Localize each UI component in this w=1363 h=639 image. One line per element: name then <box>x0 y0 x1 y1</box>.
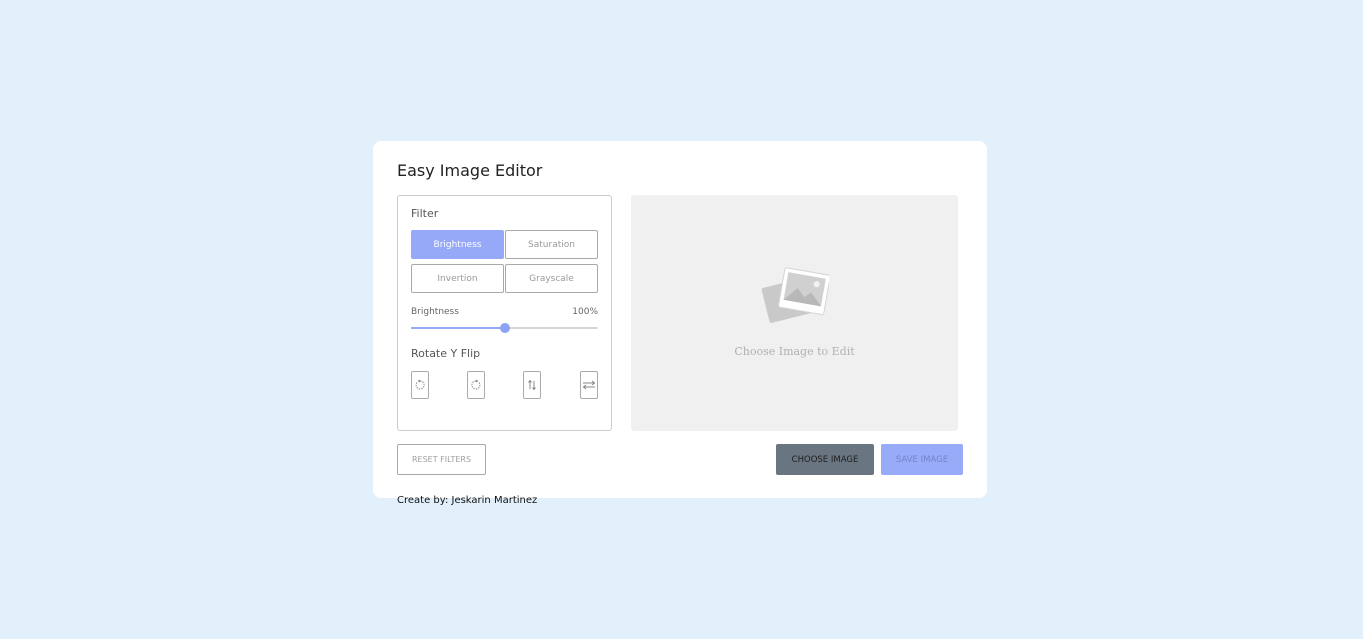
filter-grayscale-button[interactable]: Grayscale <box>505 264 598 293</box>
page-title: Easy Image Editor <box>397 161 543 180</box>
rotate-right-icon <box>471 379 481 390</box>
filter-invertion-button[interactable]: Invertion <box>411 264 504 293</box>
image-placeholder-icon <box>761 267 829 323</box>
slider-thumb[interactable] <box>499 323 510 333</box>
preview-placeholder-text: Choose Image to Edit <box>734 345 855 358</box>
slider-value: 100% <box>572 307 598 317</box>
rotate-left-icon <box>415 379 425 390</box>
controls-panel: Filter Brightness Saturation Invertion G… <box>397 195 612 431</box>
flip-horizontal-button[interactable] <box>580 371 598 399</box>
rotate-right-button[interactable] <box>467 371 485 399</box>
choose-image-button[interactable]: CHOOSE IMAGE <box>776 444 874 475</box>
filter-saturation-button[interactable]: Saturation <box>505 230 598 259</box>
reset-filters-button[interactable]: RESET FILTERS <box>397 444 486 475</box>
filter-brightness-button[interactable]: Brightness <box>411 230 504 259</box>
footer-credit: Create by: Jeskarin Martinez <box>397 495 538 506</box>
slider-fill <box>411 327 505 329</box>
rotate-left-button[interactable] <box>411 371 429 399</box>
flip-vertical-button[interactable] <box>523 371 541 399</box>
save-image-button[interactable]: SAVE IMAGE <box>881 444 963 475</box>
rotate-label: Rotate Y Flip <box>411 347 481 360</box>
flip-horizontal-icon <box>582 380 596 390</box>
editor-card: Easy Image Editor Filter Brightness Satu… <box>373 141 987 498</box>
flip-vertical-icon <box>528 379 536 391</box>
image-preview: Choose Image to Edit <box>631 195 958 431</box>
slider-label: Brightness <box>411 307 459 317</box>
filter-label: Filter <box>411 207 439 220</box>
brightness-slider[interactable] <box>411 323 598 335</box>
